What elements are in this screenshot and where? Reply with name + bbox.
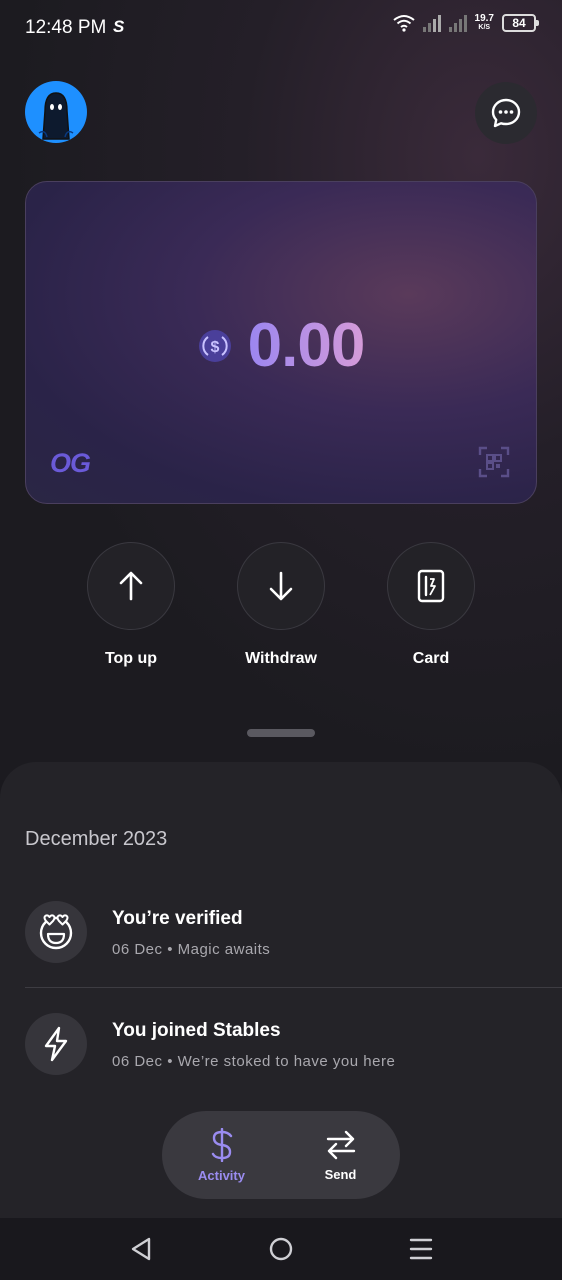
activity-title: You joined Stables	[112, 1020, 281, 1041]
svg-text:$: $	[210, 339, 219, 356]
activity-subtitle: 06 Dec • Magic awaits	[112, 941, 271, 958]
activity-item-verified[interactable]: You’re verified 06 Dec • Magic awaits	[25, 901, 562, 1001]
lightning-icon	[44, 1026, 68, 1062]
network-speed: 19.7 K/S	[475, 14, 494, 32]
speed-unit: K/S	[478, 24, 491, 31]
battery-level: 84	[512, 16, 526, 30]
withdraw-label: Withdraw	[245, 650, 317, 667]
card-icon	[417, 569, 445, 603]
card-button[interactable]	[387, 542, 475, 630]
activity-icon-wrap	[25, 1013, 87, 1075]
sheet-drag-handle[interactable]	[247, 729, 315, 737]
card-logo: OG	[50, 448, 91, 478]
balance-display: $ 0.00	[26, 310, 536, 381]
activity-subtitle: 06 Dec • We’re stoked to have you here	[112, 1053, 396, 1070]
chat-button[interactable]	[475, 82, 537, 144]
balance-amount: 0.00	[247, 311, 366, 380]
chat-bubble-icon	[491, 98, 521, 128]
activity-item-joined[interactable]: You joined Stables 06 Dec • We’re stoked…	[25, 1013, 562, 1113]
battery-indicator: 84	[502, 14, 539, 32]
signal-icon-1	[422, 14, 441, 32]
signal-icon-2	[448, 14, 467, 32]
transfer-arrows-icon	[326, 1130, 355, 1159]
arrow-down-icon	[269, 571, 293, 601]
app-notification-icon: S	[113, 17, 125, 36]
home-icon[interactable]	[267, 1235, 295, 1263]
status-indicators: 19.7 K/S 84	[392, 14, 539, 32]
tab-send-label: Send	[324, 1166, 357, 1182]
heart-eyes-face-icon	[39, 914, 73, 950]
activity-divider	[25, 987, 562, 988]
avatar[interactable]	[25, 81, 87, 143]
status-time: 12:48 PM	[25, 17, 107, 38]
status-bar: 12:48 PM S 19.7 K/S 84	[0, 0, 562, 56]
card-action[interactable]: Card	[376, 542, 486, 668]
tab-send[interactable]: Send	[281, 1111, 400, 1199]
top-up-label: Top up	[104, 650, 158, 667]
wifi-icon	[392, 15, 415, 32]
back-icon[interactable]	[127, 1235, 155, 1263]
dollar-icon	[211, 1127, 232, 1162]
speed-value: 19.7	[474, 13, 494, 24]
ghost-avatar-icon	[38, 92, 74, 140]
tab-activity-label: Activity	[198, 1167, 245, 1183]
month-header: December 2023	[25, 828, 168, 850]
activity-icon-wrap	[25, 901, 87, 963]
top-up-action[interactable]: Top up	[76, 542, 186, 668]
arrow-up-icon	[119, 571, 143, 601]
tab-bar: Activity Send	[162, 1111, 400, 1199]
system-nav-bar	[0, 1218, 562, 1280]
balance-card[interactable]: $ 0.00 OG	[25, 181, 537, 504]
menu-icon[interactable]	[407, 1235, 435, 1263]
tab-activity[interactable]: Activity	[162, 1111, 281, 1199]
withdraw-button[interactable]	[237, 542, 325, 630]
scan-icon[interactable]	[478, 446, 510, 478]
activity-title: You’re verified	[112, 908, 243, 929]
top-up-button[interactable]	[87, 542, 175, 630]
usdc-icon: $	[198, 329, 231, 362]
card-label: Card	[412, 650, 450, 667]
withdraw-action[interactable]: Withdraw	[226, 542, 336, 668]
